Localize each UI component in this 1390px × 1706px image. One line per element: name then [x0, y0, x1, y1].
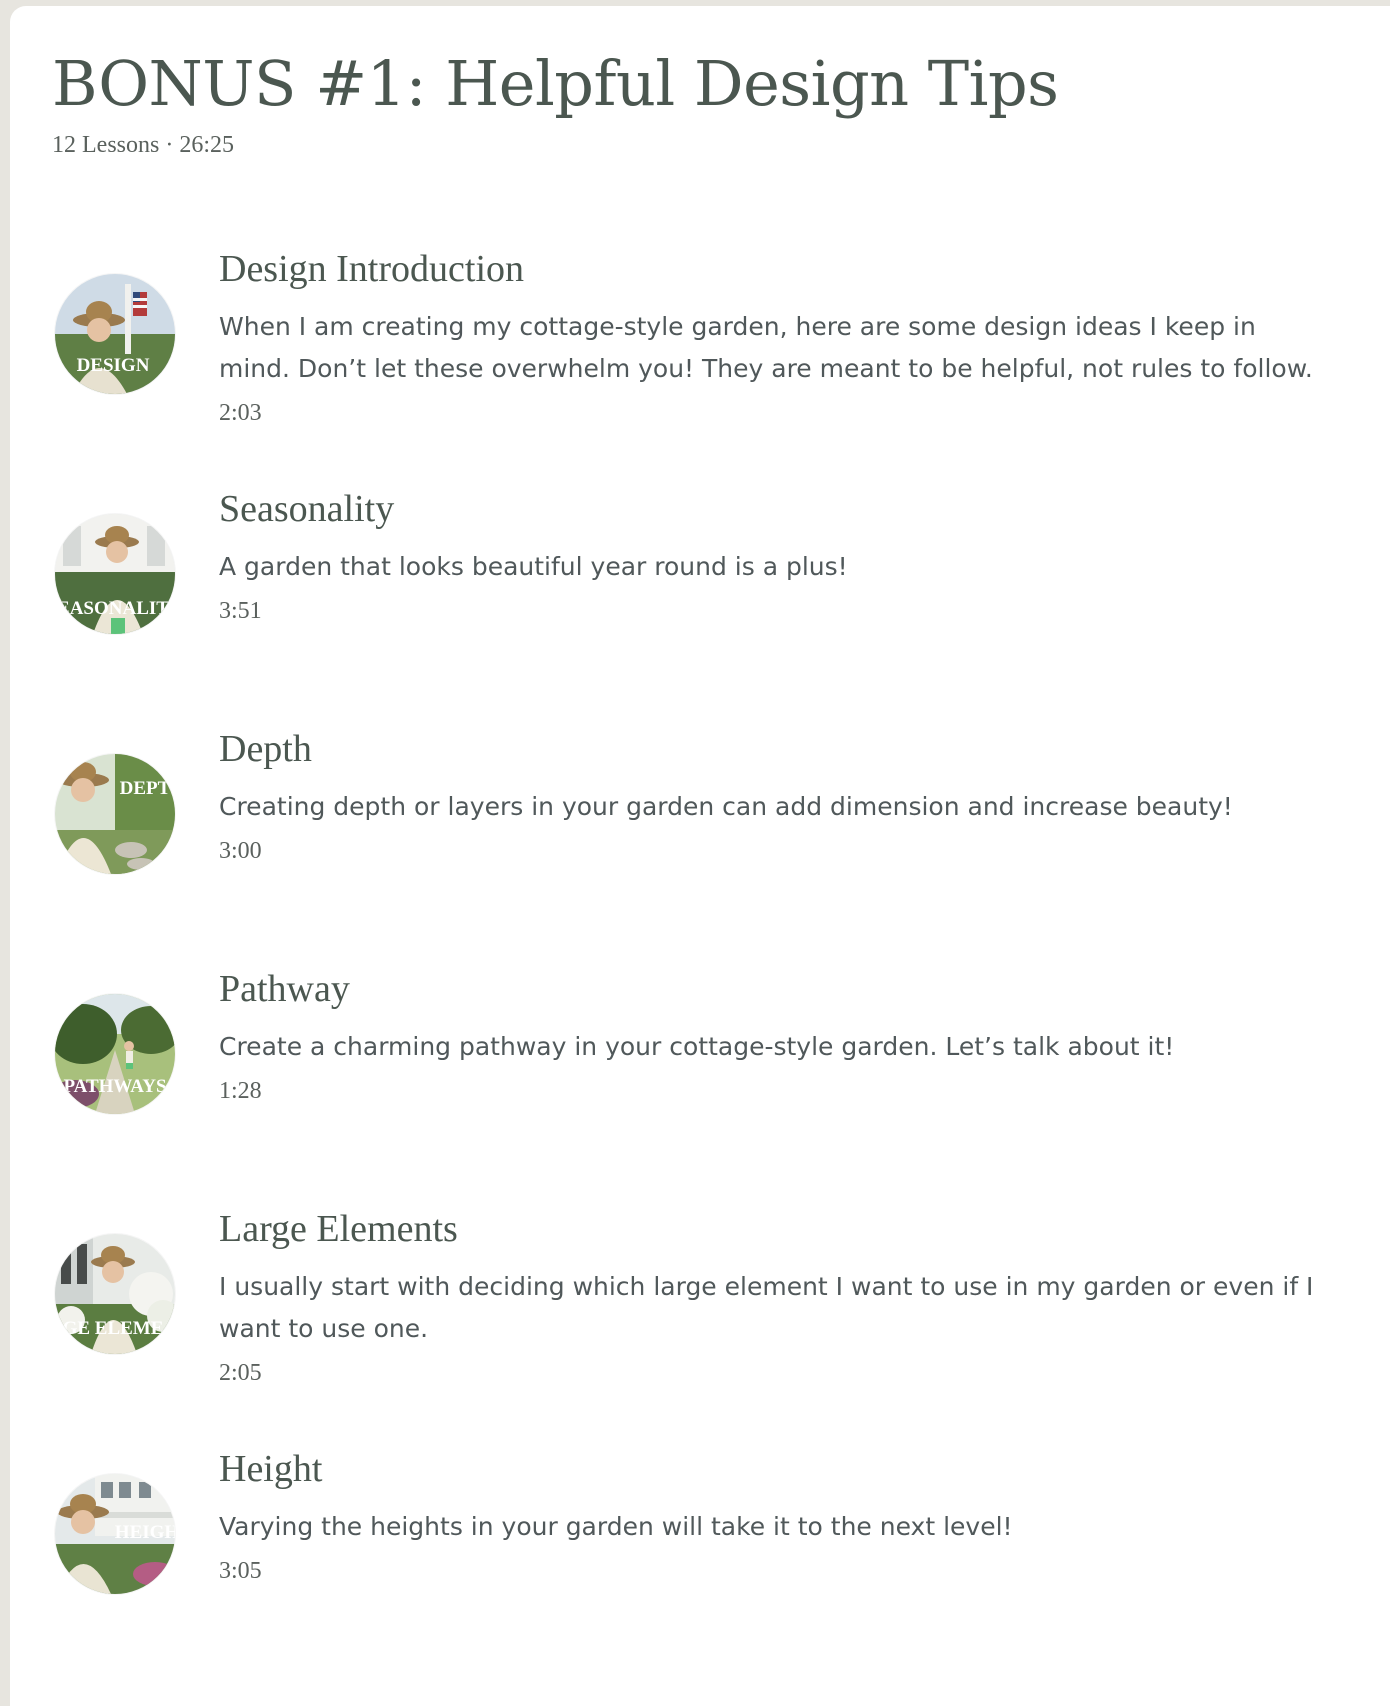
- lesson-title[interactable]: Seasonality: [219, 484, 1329, 534]
- lesson-item[interactable]: PATHWAYS Pathway Create a charming pathw…: [10, 964, 1390, 1204]
- lesson-duration: 3:05: [219, 1558, 262, 1584]
- lesson-item[interactable]: HEIGH Height Varying the heights in your…: [10, 1444, 1390, 1684]
- thumbnail-label: GE ELEME: [63, 1318, 164, 1339]
- course-header: BONUS #1: Helpful Design Tips 12 Lessons…: [52, 42, 1059, 159]
- thumbnail-label: DESIGN: [77, 355, 150, 376]
- lesson-description: Creating depth or layers in your garden …: [219, 792, 1233, 821]
- lesson-description: A garden that looks beautiful year round…: [219, 552, 848, 581]
- lesson-duration: 3:00: [219, 838, 262, 864]
- lesson-item[interactable]: DESIGN Design Introduction When I am cre…: [10, 244, 1390, 484]
- lesson-thumbnail[interactable]: HEIGH: [55, 1474, 175, 1594]
- lesson-item[interactable]: EASONALIT Seasonality A garden that look…: [10, 484, 1390, 724]
- lesson-duration: 2:05: [219, 1360, 262, 1386]
- lesson-content: Depth Creating depth or layers in your g…: [219, 724, 1329, 866]
- course-meta: 12 Lessons · 26:25: [52, 132, 234, 158]
- lesson-content: Seasonality A garden that looks beautifu…: [219, 484, 1329, 626]
- lesson-item[interactable]: GE ELEME Large Elements I usually start …: [10, 1204, 1390, 1444]
- lesson-list: DESIGN Design Introduction When I am cre…: [10, 244, 1390, 1684]
- lesson-title[interactable]: Pathway: [219, 964, 1329, 1014]
- lesson-title[interactable]: Large Elements: [219, 1204, 1329, 1254]
- lesson-description: Create a charming pathway in your cottag…: [219, 1032, 1175, 1061]
- lesson-duration: 2:03: [219, 400, 262, 426]
- lesson-thumbnail[interactable]: EASONALIT: [55, 514, 175, 634]
- lesson-thumbnail[interactable]: DEPT: [55, 754, 175, 874]
- lesson-duration: 3:51: [219, 598, 262, 624]
- lesson-thumbnail[interactable]: DESIGN: [55, 274, 175, 394]
- thumbnail-label: DEPT: [120, 778, 171, 799]
- lesson-content: Pathway Create a charming pathway in you…: [219, 964, 1329, 1106]
- thumbnail-label: PATHWAYS: [63, 1076, 166, 1097]
- lesson-description: I usually start with deciding which larg…: [219, 1272, 1314, 1343]
- thumbnail-label: HEIGH: [115, 1522, 175, 1543]
- lesson-thumbnail[interactable]: PATHWAYS: [55, 994, 175, 1114]
- thumbnail-label: EASONALIT: [57, 598, 169, 619]
- lesson-duration: 1:28: [219, 1078, 262, 1104]
- lesson-title[interactable]: Height: [219, 1444, 1329, 1494]
- lesson-content: Height Varying the heights in your garde…: [219, 1444, 1329, 1586]
- lesson-content: Large Elements I usually start with deci…: [219, 1204, 1329, 1388]
- lesson-description: Varying the heights in your garden will …: [219, 1512, 1013, 1541]
- lesson-item[interactable]: DEPT Depth Creating depth or layers in y…: [10, 724, 1390, 964]
- lesson-title[interactable]: Depth: [219, 724, 1329, 774]
- lesson-description: When I am creating my cottage-style gard…: [219, 312, 1313, 383]
- lesson-title[interactable]: Design Introduction: [219, 244, 1329, 294]
- lesson-thumbnail[interactable]: GE ELEME: [55, 1234, 175, 1354]
- course-card: BONUS #1: Helpful Design Tips 12 Lessons…: [10, 6, 1390, 1706]
- lesson-content: Design Introduction When I am creating m…: [219, 244, 1329, 428]
- course-title: BONUS #1: Helpful Design Tips: [52, 47, 1059, 120]
